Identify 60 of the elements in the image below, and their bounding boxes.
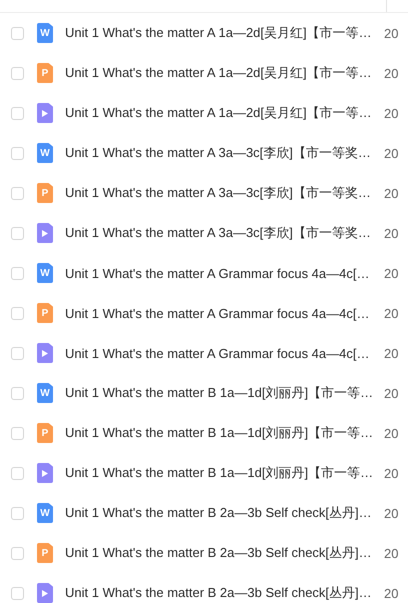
file-name[interactable]: Unit 1 What's the matter A 1a—2d[吴月红]【市一等… <box>65 24 377 42</box>
file-name[interactable]: Unit 1 What's the matter A 1a—2d[吴月红]【市一等… <box>65 64 377 82</box>
date-text: 20 <box>384 306 398 320</box>
date-text: 20 <box>384 106 398 120</box>
row-checkbox[interactable] <box>11 506 24 520</box>
file-name[interactable]: Unit 1 What's the matter B 2a—3b Self check[丛丹]… <box>65 504 377 522</box>
row-checkbox[interactable] <box>11 186 24 200</box>
row-checkbox[interactable] <box>11 546 24 560</box>
video-file-icon <box>37 583 53 603</box>
row-checkbox[interactable] <box>11 266 24 280</box>
file-name[interactable]: Unit 1 What's the matter A Grammar focus 4a—4c[… <box>65 266 377 280</box>
slides-file-icon: P <box>37 543 53 563</box>
row-checkbox[interactable] <box>11 306 24 320</box>
slides-file-icon: P <box>37 63 53 83</box>
slides-file-icon: P <box>37 183 53 203</box>
video-file-icon <box>37 103 53 123</box>
file-name[interactable]: Unit 1 What's the matter A 3a—3c[李欣]【市一等奖… <box>65 184 377 202</box>
date-text: 20 <box>384 146 398 160</box>
video-file-icon <box>37 223 53 243</box>
word-file-icon: W <box>37 383 53 403</box>
file-name[interactable]: Unit 1 What's the matter B 1a—1d[刘丽丹]【市一等… <box>65 464 377 482</box>
date-text: 20 <box>384 186 398 200</box>
date-text: 20 <box>384 26 398 40</box>
file-name[interactable]: Unit 1 What's the matter A Grammar focus 4a—4c[… <box>65 346 377 360</box>
word-file-icon: W <box>37 143 53 163</box>
row-checkbox[interactable] <box>11 66 24 80</box>
date-text: 20 <box>384 586 398 600</box>
video-file-icon <box>37 463 53 483</box>
date-text: 20 <box>384 466 398 480</box>
row-checkbox[interactable] <box>11 26 24 40</box>
date-text: 20 <box>384 66 398 80</box>
row-checkbox[interactable] <box>11 466 24 480</box>
word-file-icon: W <box>37 23 53 43</box>
file-name[interactable]: Unit 1 What's the matter B 1a—1d[刘丽丹]【市一等… <box>65 384 377 402</box>
date-text: 20 <box>384 266 398 280</box>
row-checkbox[interactable] <box>11 586 24 600</box>
date-text: 20 <box>384 546 398 560</box>
file-name[interactable]: Unit 1 What's the matter A Grammar focus 4a—4c[… <box>65 306 377 320</box>
date-text: 20 <box>384 386 398 400</box>
word-file-icon: W <box>37 503 53 523</box>
word-file-icon: W <box>37 263 53 283</box>
row-checkbox[interactable] <box>11 226 24 240</box>
slides-file-icon: P <box>37 303 53 323</box>
row-checkbox[interactable] <box>11 386 24 400</box>
row-checkbox[interactable] <box>11 106 24 120</box>
video-file-icon <box>37 343 53 363</box>
file-name[interactable]: Unit 1 What's the matter A 1a—2d[吴月红]【市一等… <box>65 104 377 122</box>
file-name[interactable]: Unit 1 What's the matter B 1a—1d[刘丽丹]【市一等… <box>65 424 377 442</box>
file-name[interactable]: Unit 1 What's the matter B 2a—3b Self check[丛丹]… <box>65 584 377 602</box>
date-text: 20 <box>384 506 398 520</box>
file-name[interactable]: Unit 1 What's the matter A 3a—3c[李欣]【市一等奖… <box>65 144 377 162</box>
slides-file-icon: P <box>37 423 53 443</box>
row-checkbox[interactable] <box>11 146 24 160</box>
file-name[interactable]: Unit 1 What's the matter A 3a—3c[李欣]【市一等奖… <box>65 224 377 242</box>
date-text: 20 <box>384 346 398 360</box>
file-name[interactable]: Unit 1 What's the matter B 2a—3b Self check[丛丹]… <box>65 544 377 562</box>
row-checkbox[interactable] <box>11 346 24 360</box>
date-text: 20 <box>384 426 398 440</box>
date-text: 20 <box>384 226 398 240</box>
row-checkbox[interactable] <box>11 426 24 440</box>
